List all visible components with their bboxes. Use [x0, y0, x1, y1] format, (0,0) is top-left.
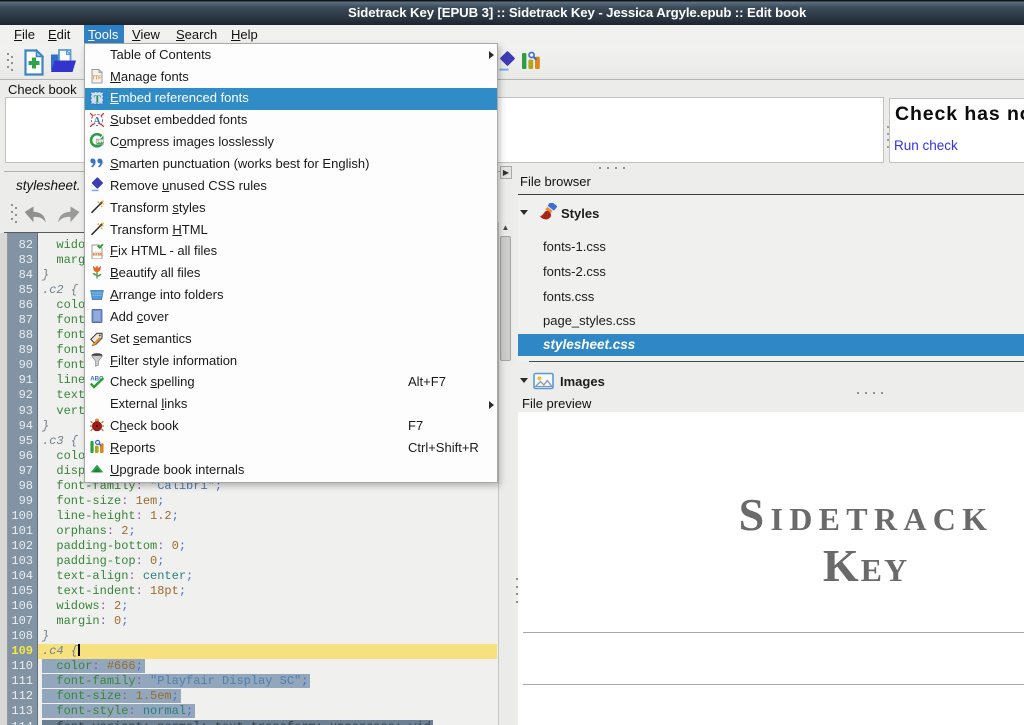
svg-text:TTF: TTF: [92, 75, 101, 81]
svg-text:T: T: [94, 93, 102, 105]
svg-text:A: A: [93, 116, 101, 127]
svg-text:HTML: HTML: [93, 252, 104, 256]
